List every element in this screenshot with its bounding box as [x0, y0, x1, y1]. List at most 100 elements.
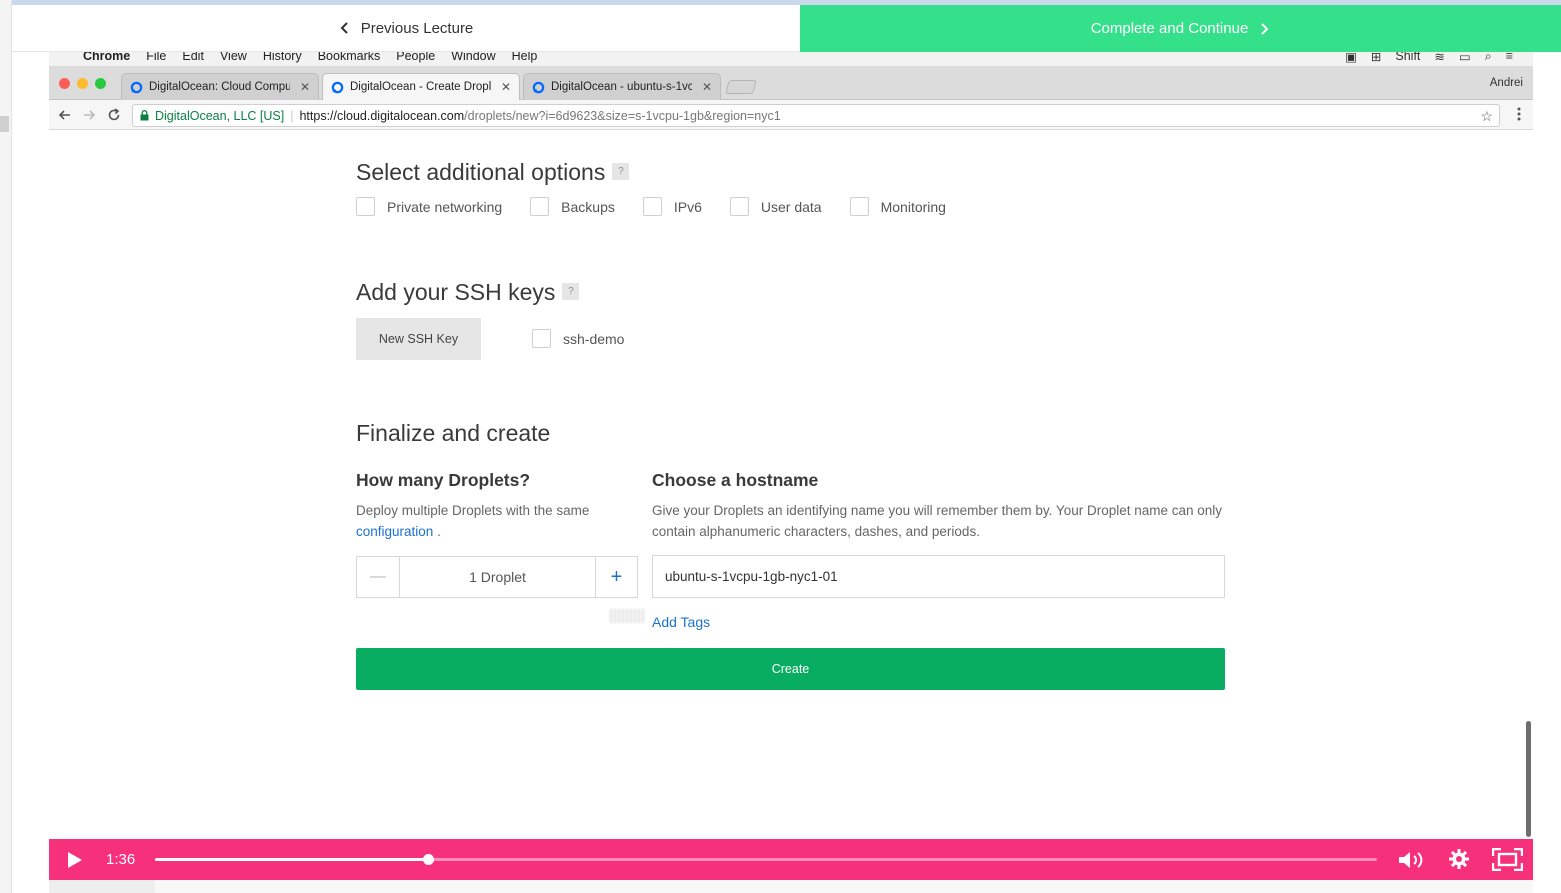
droplet-count-text-end: .: [437, 524, 441, 539]
browser-tab-1[interactable]: DigitalOcean: Cloud Computing ✕: [121, 73, 319, 100]
window-controls: [59, 78, 106, 89]
address-toolbar: DigitalOcean, LLC [US] | https://cloud.d…: [49, 100, 1533, 130]
option-backups[interactable]: Backups: [530, 197, 615, 216]
browser-tab-3[interactable]: DigitalOcean - ubuntu-s-1vcpu ✕: [523, 73, 721, 100]
profile-name[interactable]: Andrei: [1490, 77, 1523, 89]
add-tags-link[interactable]: Add Tags: [652, 614, 710, 630]
menu-help[interactable]: Help: [512, 52, 538, 63]
menu-bookmarks[interactable]: Bookmarks: [318, 52, 381, 63]
help-badge[interactable]: ?: [612, 163, 630, 181]
additional-options-heading: Select additional options?: [356, 159, 630, 186]
lock-icon: [140, 110, 149, 121]
checkbox[interactable]: [532, 329, 551, 348]
ssh-key-item[interactable]: ssh-demo: [532, 329, 624, 348]
progress-knob[interactable]: [422, 854, 434, 865]
cursor-smudge: [610, 609, 646, 623]
option-label: IPv6: [673, 198, 702, 215]
progress-track[interactable]: [155, 854, 1377, 865]
digitalocean-icon: [130, 81, 143, 93]
back-arrow-icon[interactable]: [57, 107, 73, 123]
decrement-button[interactable]: —: [357, 557, 400, 597]
settings-gear-icon[interactable]: [1448, 848, 1470, 870]
menu-history[interactable]: History: [263, 52, 302, 63]
bookmark-star-icon[interactable]: ☆: [1480, 108, 1493, 125]
hostname-input[interactable]: [652, 555, 1225, 598]
checkbox[interactable]: [849, 197, 869, 216]
option-monitoring[interactable]: Monitoring: [849, 197, 946, 216]
reload-icon[interactable]: [106, 107, 122, 123]
tab-label: DigitalOcean: Cloud Computing: [149, 81, 290, 93]
checkbox[interactable]: [356, 197, 375, 216]
video-player-controls: 1:36: [49, 839, 1533, 880]
rail-handle[interactable]: [0, 116, 9, 132]
list-icon[interactable]: ≡: [1506, 52, 1513, 64]
url-path: /droplets/new?i=6d9623&size=s-1vcpu-1gb&…: [464, 108, 781, 123]
complete-and-continue-label: Complete and Continue: [1090, 20, 1249, 37]
fullscreen-icon[interactable]: [1492, 848, 1523, 871]
checkbox[interactable]: [642, 197, 662, 216]
option-user-data[interactable]: User data: [729, 197, 822, 216]
browser-tab-2[interactable]: DigitalOcean - Create Droplets ✕: [322, 73, 520, 100]
ssh-keys-heading: Add your SSH keys?: [356, 279, 580, 306]
chevron-left-icon: [340, 22, 348, 34]
input-icon[interactable]: ⊞: [1371, 52, 1381, 64]
option-private-networking[interactable]: Private networking: [356, 197, 502, 216]
video-frame[interactable]: Chrome File Edit View History Bookmarks …: [49, 52, 1533, 839]
ssh-key-label: ssh-demo: [563, 330, 625, 347]
minimize-window-icon[interactable]: [77, 78, 88, 89]
chevron-right-icon: [1261, 22, 1269, 35]
screen-icon[interactable]: ▣: [1345, 52, 1357, 64]
address-bar[interactable]: DigitalOcean, LLC [US] | https://cloud.d…: [132, 104, 1500, 127]
menu-people[interactable]: People: [396, 52, 435, 63]
page-scrollbar[interactable]: [1526, 721, 1531, 837]
menu-edit[interactable]: Edit: [182, 52, 204, 63]
close-tab-icon[interactable]: ✕: [300, 80, 310, 94]
more-menu-icon[interactable]: [1517, 107, 1521, 121]
hostname-description: Give your Droplets an identifying name y…: [652, 503, 1223, 539]
checkbox[interactable]: [729, 197, 749, 216]
additional-options-title: Select additional options: [356, 159, 606, 185]
configuration-link[interactable]: configuration: [356, 524, 433, 539]
address-separator: |: [290, 108, 294, 123]
left-rail: [0, 0, 12, 893]
menu-view[interactable]: View: [220, 52, 247, 63]
close-tab-icon[interactable]: ✕: [702, 80, 712, 94]
droplet-count-description: Deploy multiple Droplets with the same c…: [356, 500, 626, 542]
option-label: Monitoring: [880, 198, 946, 215]
ssh-keys-title: Add your SSH keys: [356, 279, 556, 305]
play-icon[interactable]: [67, 851, 83, 869]
new-tab-button[interactable]: [725, 80, 757, 94]
finalize-heading: Finalize and create: [356, 420, 551, 446]
additional-options-list: Private networking Backups IPv6 User dat…: [356, 197, 974, 216]
shift-status: Shift: [1395, 52, 1421, 63]
new-ssh-key-button[interactable]: New SSH Key: [356, 318, 481, 360]
option-ipv6[interactable]: IPv6: [642, 197, 702, 216]
close-tab-icon[interactable]: ✕: [501, 80, 511, 94]
search-icon[interactable]: ⌕: [1485, 52, 1492, 64]
create-button[interactable]: Create: [356, 648, 1225, 690]
menu-window[interactable]: Window: [451, 52, 495, 63]
help-badge[interactable]: ?: [562, 283, 580, 301]
forward-arrow-icon[interactable]: [81, 107, 97, 123]
mac-menu-bar: Chrome File Edit View History Bookmarks …: [49, 52, 1533, 66]
previous-lecture-button[interactable]: Previous Lecture: [12, 5, 800, 52]
wifi-icon[interactable]: ≋: [1434, 52, 1444, 64]
increment-button[interactable]: +: [595, 557, 637, 597]
menu-file[interactable]: File: [146, 52, 166, 63]
droplet-create-page: Select additional options? Private netwo…: [49, 131, 1533, 839]
tab-label: DigitalOcean - Create Droplets: [350, 81, 491, 93]
menu-chrome[interactable]: Chrome: [83, 52, 130, 63]
droplet-count-heading: How many Droplets?: [356, 470, 531, 490]
battery-icon[interactable]: ▭: [1459, 52, 1471, 64]
previous-lecture-label: Previous Lecture: [360, 19, 474, 37]
option-label: Backups: [561, 198, 615, 215]
checkbox[interactable]: [530, 197, 550, 216]
lecture-nav: Previous Lecture Complete and Continue: [12, 5, 1561, 52]
volume-icon[interactable]: [1397, 849, 1425, 871]
site-identity: DigitalOcean, LLC [US]: [155, 108, 285, 123]
complete-and-continue-button[interactable]: Complete and Continue: [800, 5, 1561, 52]
droplet-count-text: Deploy multiple Droplets with the same: [356, 503, 590, 518]
close-window-icon[interactable]: [59, 78, 70, 89]
droplet-quantity-value: 1 Droplet: [469, 569, 526, 585]
maximize-window-icon[interactable]: [95, 78, 106, 89]
